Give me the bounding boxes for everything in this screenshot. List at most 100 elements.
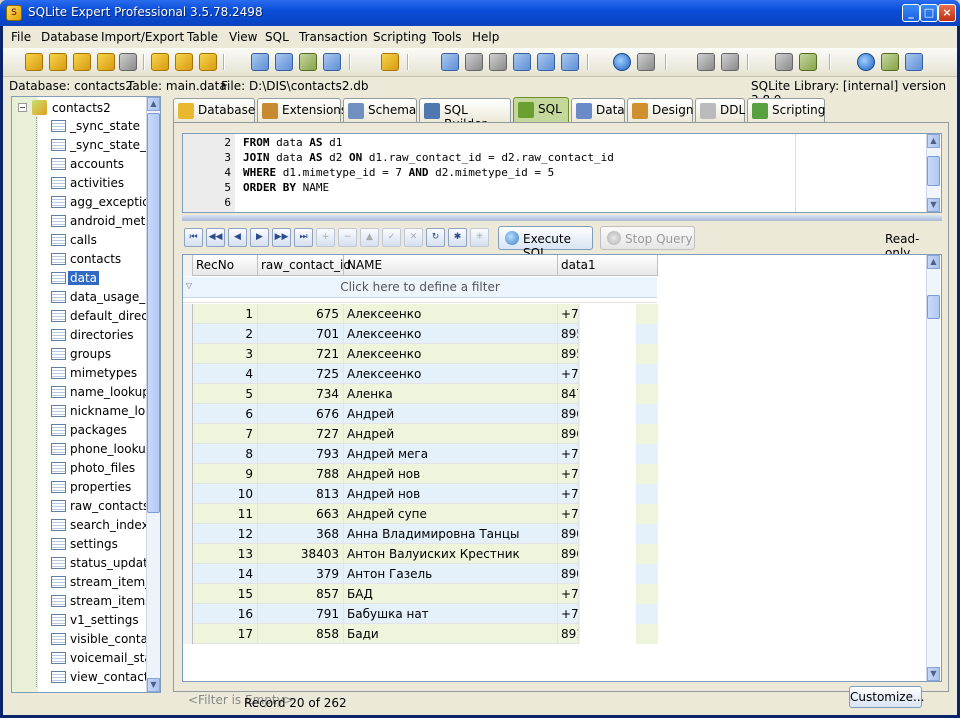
- stop-icon[interactable]: [637, 53, 655, 71]
- delete-table-icon[interactable]: [199, 53, 217, 71]
- detach-database-icon[interactable]: [119, 53, 137, 71]
- row-indicator[interactable]: [183, 604, 193, 624]
- row-indicator[interactable]: [183, 564, 193, 584]
- scroll-down-icon[interactable]: ▼: [927, 198, 940, 212]
- script-run-icon[interactable]: [441, 53, 459, 71]
- row-indicator[interactable]: [183, 364, 193, 384]
- tree-item[interactable]: phone_looku: [47, 440, 155, 459]
- editor-splitter[interactable]: [182, 215, 942, 221]
- row-indicator[interactable]: [183, 484, 193, 504]
- play-icon[interactable]: [613, 53, 631, 71]
- script-watch-icon[interactable]: [561, 53, 579, 71]
- table-row[interactable]: 15857БАД+79: [183, 584, 658, 604]
- grid-cell[interactable]: 890: [558, 524, 579, 544]
- table-row[interactable]: 2701Алексеенко895: [183, 324, 658, 344]
- table-row[interactable]: 5734Аленка847: [183, 384, 658, 404]
- cancel-record-icon[interactable]: ✕: [404, 228, 423, 247]
- menu-view[interactable]: View: [229, 30, 257, 44]
- grid-cell[interactable]: 10: [193, 484, 258, 504]
- grid-cell[interactable]: 890: [558, 564, 579, 584]
- menu-sql[interactable]: SQL: [265, 30, 289, 44]
- grid-cell[interactable]: Анна Владимировна Танцы: [344, 524, 558, 544]
- row-indicator[interactable]: [183, 324, 193, 344]
- grid-cell[interactable]: БАД: [344, 584, 558, 604]
- scroll-down-icon[interactable]: ▼: [927, 667, 940, 681]
- row-indicator[interactable]: [183, 404, 193, 424]
- table-row[interactable]: 16791Бабушка нат+79: [183, 604, 658, 624]
- refresh-icon[interactable]: ↻: [426, 228, 445, 247]
- grid-cell[interactable]: 847: [558, 384, 579, 404]
- grid-cell[interactable]: 793: [258, 444, 344, 464]
- stop-query-button[interactable]: Stop Query: [600, 226, 695, 250]
- new-database-icon[interactable]: [25, 53, 43, 71]
- grid-cell[interactable]: Алексеенко: [344, 364, 558, 384]
- next-page-icon[interactable]: ▶▶: [272, 228, 291, 247]
- tab-extensions[interactable]: Extensions: [257, 98, 347, 122]
- grid-cell[interactable]: 4: [193, 364, 258, 384]
- grid-cell[interactable]: 675: [258, 304, 344, 324]
- grid-cell[interactable]: 8: [193, 444, 258, 464]
- menu-tools[interactable]: Tools: [432, 30, 462, 44]
- new-table-icon[interactable]: [151, 53, 169, 71]
- tree-item[interactable]: accounts: [47, 155, 155, 174]
- grid-cell[interactable]: Андрей нов: [344, 464, 558, 484]
- menu-help[interactable]: Help: [472, 30, 499, 44]
- grid-cell[interactable]: Антон Валуиских Крестник: [344, 544, 558, 564]
- grid-cell[interactable]: 727: [258, 424, 344, 444]
- tree-item[interactable]: mimetypes: [47, 364, 155, 383]
- tree-item[interactable]: status_update: [47, 554, 155, 573]
- grid-cell[interactable]: 721: [258, 344, 344, 364]
- table-row[interactable]: 6676Андрей896: [183, 404, 658, 424]
- tree-item[interactable]: view_contact: [47, 668, 155, 687]
- row-indicator[interactable]: [183, 344, 193, 364]
- tree-item[interactable]: search_index: [47, 516, 155, 535]
- column-header-data1[interactable]: data1: [558, 255, 658, 276]
- grid-cell[interactable]: 891: [558, 624, 579, 644]
- grid-cell[interactable]: 857: [258, 584, 344, 604]
- tree-item[interactable]: settings: [47, 535, 155, 554]
- info-icon[interactable]: [905, 53, 923, 71]
- tree-item[interactable]: activities: [47, 174, 155, 193]
- tree-item[interactable]: _sync_state: [47, 117, 155, 136]
- next-record-icon[interactable]: ▶: [250, 228, 269, 247]
- column-header-raw-contact-id[interactable]: raw_contact_id: [258, 255, 351, 276]
- maximize-button[interactable]: □: [920, 4, 938, 22]
- edit-table-icon[interactable]: [175, 53, 193, 71]
- last-record-icon[interactable]: ⏭: [294, 228, 313, 247]
- grid-cell[interactable]: 1: [193, 304, 258, 324]
- sql-editor[interactable]: 2 FROM data AS d1 3 JOIN data AS d2 ON d1.r…: [182, 133, 942, 213]
- tree-item[interactable]: name_lookup: [47, 383, 155, 402]
- pane-splitter[interactable]: [163, 96, 168, 693]
- tree-item[interactable]: stream_item_: [47, 573, 155, 592]
- grid-cell[interactable]: 813: [258, 484, 344, 504]
- grid-cell[interactable]: 5: [193, 384, 258, 404]
- grid-cell[interactable]: 12: [193, 524, 258, 544]
- edit-record-icon[interactable]: ▲: [360, 228, 379, 247]
- grid-cell[interactable]: 858: [258, 624, 344, 644]
- menu-table[interactable]: Table: [187, 30, 218, 44]
- delete-record-icon[interactable]: −: [338, 228, 357, 247]
- grid-cell[interactable]: 895: [558, 344, 579, 364]
- row-indicator[interactable]: [183, 464, 193, 484]
- grid-cell[interactable]: Андрей мега: [344, 444, 558, 464]
- tree-item[interactable]: raw_contacts: [47, 497, 155, 516]
- tab-ddl[interactable]: DDL: [695, 98, 745, 122]
- tab-scripting[interactable]: Scripting: [747, 98, 825, 122]
- scroll-up-icon[interactable]: ▲: [147, 97, 160, 111]
- grid-cell[interactable]: 11: [193, 504, 258, 524]
- grid-cell[interactable]: 16: [193, 604, 258, 624]
- editor-scrollbar[interactable]: ▲ ▼: [926, 134, 940, 212]
- grid-cell[interactable]: +79: [558, 464, 579, 484]
- scroll-thumb[interactable]: [147, 113, 160, 513]
- scroll-thumb[interactable]: [927, 295, 940, 319]
- table-row[interactable]: 9788Андрей нов+79: [183, 464, 658, 484]
- refresh-icon[interactable]: [299, 53, 317, 71]
- row-indicator[interactable]: [183, 524, 193, 544]
- grid-cell[interactable]: +79: [558, 484, 579, 504]
- script-step-icon[interactable]: [465, 53, 483, 71]
- script-pause-icon[interactable]: [489, 53, 507, 71]
- bookmark-icon[interactable]: ✱: [448, 228, 467, 247]
- execute-sql-button[interactable]: Execute SQL: [498, 226, 593, 260]
- grid-cell[interactable]: +79: [558, 364, 579, 384]
- grid-cell[interactable]: 896: [558, 544, 579, 564]
